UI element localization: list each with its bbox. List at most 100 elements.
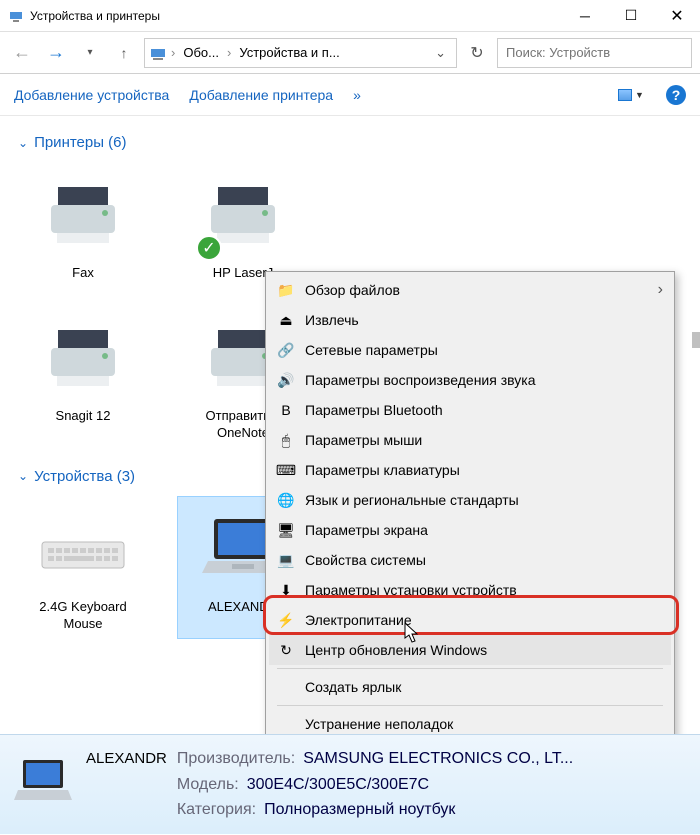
details-label: Модель: [177, 772, 239, 798]
menu-item-icon: 📁 [277, 281, 295, 299]
app-icon [8, 8, 24, 24]
printer-icon: ✓ [198, 169, 288, 259]
details-label: Производитель: [177, 746, 295, 772]
menu-item-label: Центр обновления Windows [305, 642, 487, 658]
context-menu-item[interactable]: 🖥 Параметры экрана [269, 515, 671, 545]
laptop-icon [14, 756, 72, 814]
context-menu-item[interactable]: 🖱 Параметры мыши [269, 425, 671, 455]
menu-item-label: Извлечь [305, 312, 359, 328]
search-input[interactable] [497, 38, 692, 68]
context-menu-item[interactable]: ↻ Центр обновления Windows [269, 635, 671, 665]
context-menu-item[interactable]: Создать ярлык [269, 672, 671, 702]
maximize-button[interactable]: ☐ [608, 0, 654, 31]
printer-item[interactable]: Fax [18, 163, 148, 288]
menu-item-icon: B [277, 401, 295, 419]
chevron-right-icon: › [658, 281, 663, 299]
context-menu-item[interactable]: Устранение неполадок [269, 709, 671, 734]
minimize-button[interactable]: ─ [562, 0, 608, 31]
printer-icon [38, 312, 128, 402]
window-title: Устройства и принтеры [30, 9, 562, 23]
breadcrumb[interactable]: › Обо... › Устройства и п... ⌄ [144, 38, 457, 68]
menu-item-label: Параметры установки устройств [305, 582, 517, 598]
default-check-icon: ✓ [196, 235, 222, 261]
menu-item-label: Параметры воспроизведения звука [305, 372, 535, 388]
chevron-down-icon: ⌄ [18, 469, 28, 483]
breadcrumb-part[interactable]: Обо... [179, 43, 223, 62]
details-value: SAMSUNG ELECTRONICS CO., LT... [303, 746, 573, 772]
menu-item-label: Параметры экрана [305, 522, 428, 538]
context-menu: 📁 Обзор файлов › ⏏ Извлечь 🔗 Сетевые параметры… [265, 271, 675, 734]
group-title: Устройства (3) [34, 468, 135, 485]
device-item[interactable]: 2.4G Keyboard Mouse [18, 497, 148, 639]
menu-item-label: Параметры клавиатуры [305, 462, 460, 478]
title-bar: Устройства и принтеры ─ ☐ ✕ [0, 0, 700, 32]
menu-item-icon: 🔊 [277, 371, 295, 389]
group-header-printers[interactable]: ⌄ Принтеры (6) [18, 134, 682, 151]
menu-item-icon: 🖥 [277, 521, 295, 539]
chevron-down-icon: ⌄ [18, 136, 28, 150]
menu-item-icon: ⏏ [277, 311, 295, 329]
menu-item-label: Обзор файлов [305, 282, 400, 298]
breadcrumb-part[interactable]: Устройства и п... [235, 43, 343, 62]
menu-item-label: Свойства системы [305, 552, 426, 568]
refresh-button[interactable]: ↻ [463, 39, 491, 67]
details-value: Полноразмерный ноутбук [264, 797, 455, 823]
menu-item-icon [277, 715, 295, 733]
location-icon [149, 44, 167, 62]
context-menu-item[interactable]: B Параметры Bluetooth [269, 395, 671, 425]
content-area: ⌄ Принтеры (6) Fax ✓ HP LaserJ Snagit 12 [0, 116, 700, 734]
group-title: Принтеры (6) [34, 134, 126, 151]
menu-item-icon: ⌨ [277, 461, 295, 479]
context-menu-item[interactable]: 📁 Обзор файлов › [269, 275, 671, 305]
navigation-bar: ← → ▾ ↑ › Обо... › Устройства и п... ⌄ ↻ [0, 32, 700, 74]
context-menu-item[interactable]: ⚡ Электропитание [269, 605, 671, 635]
scrollbar-part[interactable] [692, 332, 700, 348]
keyboard-icon [38, 503, 128, 593]
menu-item-label: Параметры мыши [305, 432, 422, 448]
add-printer-button[interactable]: Добавление принтера [189, 87, 333, 103]
menu-item-label: Параметры Bluetooth [305, 402, 443, 418]
details-device-name: ALEXANDR [86, 750, 167, 767]
context-menu-item[interactable]: 🔊 Параметры воспроизведения звука [269, 365, 671, 395]
history-dropdown[interactable]: ▾ [76, 39, 104, 67]
details-pane: ALEXANDR Производитель: SAMSUNG ELECTRONI… [0, 734, 700, 834]
menu-item-label: Сетевые параметры [305, 342, 438, 358]
menu-separator [277, 668, 663, 669]
menu-item-icon: 💻 [277, 551, 295, 569]
menu-separator [277, 705, 663, 706]
item-label: Snagit 12 [18, 406, 148, 431]
menu-item-icon: ⚡ [277, 611, 295, 629]
chevron-right-icon: › [227, 45, 231, 60]
context-menu-item[interactable]: ⏏ Извлечь [269, 305, 671, 335]
menu-item-label: Устранение неполадок [305, 716, 453, 732]
more-commands-button[interactable]: » [353, 87, 361, 103]
menu-item-icon: 🖱 [277, 431, 295, 449]
help-button[interactable]: ? [666, 85, 686, 105]
back-button[interactable]: ← [8, 39, 36, 67]
context-menu-item[interactable]: ⌨ Параметры клавиатуры [269, 455, 671, 485]
up-button[interactable]: ↑ [110, 39, 138, 67]
printer-icon [38, 169, 128, 259]
add-device-button[interactable]: Добавление устройства [14, 87, 169, 103]
printer-item[interactable]: ✓ HP LaserJ [178, 163, 308, 288]
context-menu-item[interactable]: 🌐Язык и региональные стандарты [269, 485, 671, 515]
toolbar: Добавление устройства Добавление принтер… [0, 74, 700, 116]
context-menu-item[interactable]: 🔗 Сетевые параметры [269, 335, 671, 365]
context-menu-item[interactable]: ⬇ Параметры установки устройств [269, 575, 671, 605]
context-menu-item[interactable]: 💻 Свойства системы [269, 545, 671, 575]
breadcrumb-dropdown[interactable]: ⌄ [429, 45, 452, 61]
menu-item-label: Электропитание [305, 612, 412, 628]
close-button[interactable]: ✕ [654, 0, 700, 31]
item-label: Fax [18, 263, 148, 288]
forward-button[interactable]: → [42, 39, 70, 67]
menu-item-icon: 🌐 [277, 491, 295, 509]
details-label: Категория: [177, 797, 256, 823]
printer-item[interactable]: Snagit 12 [18, 306, 148, 448]
menu-item-icon: 🔗 [277, 341, 295, 359]
item-label: 2.4G Keyboard Mouse [18, 597, 148, 639]
menu-item-label: Создать ярлык [305, 679, 401, 695]
view-button[interactable]: ▼ [618, 85, 646, 105]
menu-item-icon [277, 678, 295, 696]
menu-item-icon: ⬇ [277, 581, 295, 599]
menu-item-icon: ↻ [277, 641, 295, 659]
